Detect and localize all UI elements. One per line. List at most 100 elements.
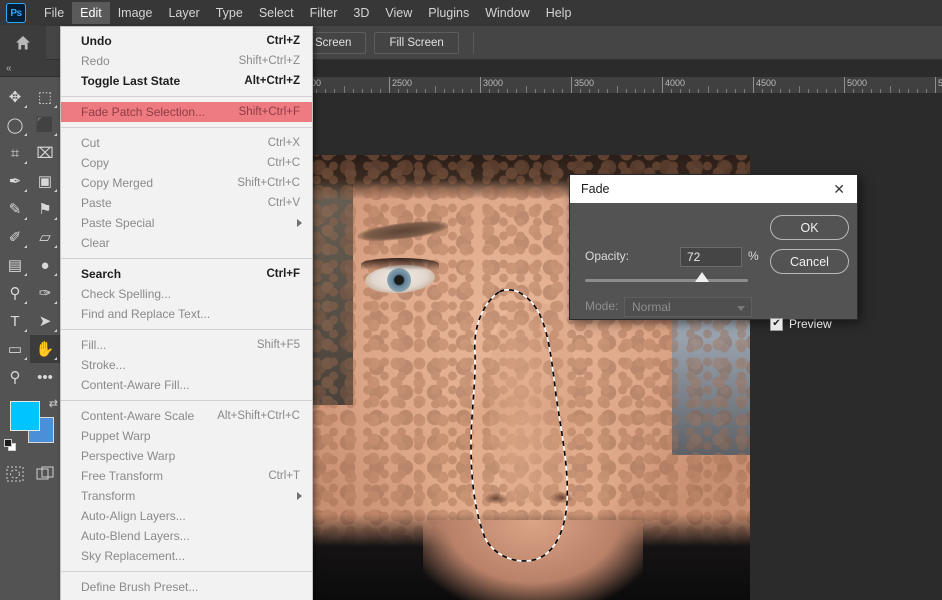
- tools-panel: ✥ ⬚ ◯ ⬛ ⌗ ⌧ ✒ ▣ ✎ ⚑ ✐ ▱ ▤ ● ⚲ ✑ T ➤ ▭ ✋ ⚲ ••• ⇄: [0, 77, 60, 600]
- menu-item-puppet-warp[interactable]: Puppet Warp: [61, 426, 312, 446]
- ruler-minor-tick: [743, 89, 745, 93]
- menubar-item-select[interactable]: Select: [251, 2, 302, 24]
- default-colors-icon[interactable]: [4, 439, 16, 451]
- menu-item-find-and-replace-text[interactable]: Find and Replace Text...: [61, 304, 312, 324]
- edit-dropdown-menu[interactable]: Undo Ctrl+Z Redo Shift+Ctrl+Z Toggle Last St…: [60, 26, 313, 600]
- clone-stamp-tool-glyph: ⚑: [38, 200, 52, 218]
- menu-item-redo[interactable]: Redo Shift+Ctrl+Z: [61, 51, 312, 71]
- dodge-tool[interactable]: ⚲: [0, 279, 30, 307]
- menu-item-undo[interactable]: Undo Ctrl+Z: [61, 31, 312, 51]
- ruler-minor-tick: [516, 89, 518, 93]
- photoshop-logo: Ps: [6, 3, 26, 23]
- move-tool[interactable]: ✥: [0, 83, 30, 111]
- opacity-slider[interactable]: [585, 272, 748, 282]
- swap-colors-icon[interactable]: ⇄: [49, 397, 58, 410]
- menubar-item-type[interactable]: Type: [208, 2, 251, 24]
- frame-tool[interactable]: ⌧: [30, 139, 60, 167]
- fade-dialog[interactable]: Fade ✕ Opacity: 72 % Mode: Normal OK Can…: [569, 174, 858, 331]
- menu-item-paste-special[interactable]: Paste Special: [61, 213, 312, 233]
- foreground-color-swatch[interactable]: [10, 401, 40, 431]
- menu-item-shortcut: Shift+Ctrl+F: [238, 106, 300, 118]
- ruler-minor-tick: [671, 89, 673, 93]
- ruler-minor-tick: [334, 89, 336, 93]
- ruler-minor-tick: [580, 89, 582, 93]
- menu-item-fade-patch-selection[interactable]: Fade Patch Selection... Shift+Ctrl+F: [61, 102, 312, 122]
- more-tools[interactable]: •••: [30, 363, 60, 391]
- menu-separator: [61, 96, 312, 97]
- ok-button[interactable]: OK: [770, 215, 849, 240]
- menu-item-free-transform[interactable]: Free Transform Ctrl+T: [61, 466, 312, 486]
- eyedropper-tool[interactable]: ✒: [0, 167, 30, 195]
- history-brush-tool[interactable]: ✐: [0, 223, 30, 251]
- preview-checkbox[interactable]: ✔ Preview: [770, 317, 832, 331]
- ruler-minor-tick: [652, 89, 654, 93]
- menubar-item-filter[interactable]: Filter: [302, 2, 346, 24]
- hand-tool[interactable]: ✋: [30, 335, 60, 363]
- ruler-minor-tick: [461, 89, 463, 93]
- submenu-arrow-icon: [297, 492, 302, 500]
- menu-item-copy-merged[interactable]: Copy Merged Shift+Ctrl+C: [61, 173, 312, 193]
- rectangle-tool[interactable]: ▭: [0, 335, 30, 363]
- rectangular-marquee-tool[interactable]: ⬚: [30, 83, 60, 111]
- ruler-minor-tick: [816, 89, 818, 93]
- screen-mode-icon[interactable]: [30, 461, 60, 487]
- lasso-tool[interactable]: ◯: [0, 111, 30, 139]
- photoshop-window: Ps File Edit Image Layer Type Select Filter 3D V…: [0, 0, 942, 600]
- opacity-input[interactable]: 72: [680, 247, 742, 267]
- menu-item-content-aware-scale[interactable]: Content-Aware Scale Alt+Shift+Ctrl+C: [61, 406, 312, 426]
- object-selection-tool[interactable]: ⬛: [30, 111, 60, 139]
- menubar-item-image[interactable]: Image: [110, 2, 161, 24]
- fill-screen-button[interactable]: Fill Screen: [374, 31, 459, 54]
- cancel-button[interactable]: Cancel: [770, 249, 849, 274]
- zoom-tool[interactable]: ⚲: [0, 363, 30, 391]
- crop-tool[interactable]: ⌗: [0, 139, 30, 167]
- ruler-minor-tick: [379, 89, 381, 93]
- menubar-item-help[interactable]: Help: [538, 2, 580, 24]
- menu-item-perspective-warp[interactable]: Perspective Warp: [61, 446, 312, 466]
- pen-tool[interactable]: ✑: [30, 279, 60, 307]
- menu-item-stroke[interactable]: Stroke...: [61, 355, 312, 375]
- path-selection-tool[interactable]: ➤: [30, 307, 60, 335]
- spot-healing-brush-tool[interactable]: ▣: [30, 167, 60, 195]
- type-tool[interactable]: T: [0, 307, 30, 335]
- menubar-item-view[interactable]: View: [377, 2, 420, 24]
- menubar-item-window[interactable]: Window: [477, 2, 537, 24]
- menu-item-clear[interactable]: Clear: [61, 233, 312, 253]
- menu-item-copy[interactable]: Copy Ctrl+C: [61, 153, 312, 173]
- menubar-item-3d[interactable]: 3D: [345, 2, 377, 24]
- menu-item-label: Auto-Blend Layers...: [81, 529, 190, 543]
- menu-item-define-brush-preset[interactable]: Define Brush Preset...: [61, 577, 312, 597]
- ruler-minor-tick: [543, 89, 545, 93]
- ruler-minor-tick: [489, 89, 491, 93]
- home-icon[interactable]: [0, 25, 46, 60]
- blur-tool[interactable]: ●: [30, 251, 60, 279]
- menu-item-label: Redo: [81, 54, 110, 68]
- quick-mask-icon[interactable]: [0, 461, 30, 487]
- menu-item-check-spelling[interactable]: Check Spelling...: [61, 284, 312, 304]
- fade-dialog-titlebar[interactable]: Fade ✕: [570, 175, 857, 203]
- menubar-item-plugins[interactable]: Plugins: [420, 2, 477, 24]
- menu-item-search[interactable]: Search Ctrl+F: [61, 264, 312, 284]
- gradient-tool[interactable]: ▤: [0, 251, 30, 279]
- brush-tool[interactable]: ✎: [0, 195, 30, 223]
- menu-item-auto-align-layers[interactable]: Auto-Align Layers...: [61, 506, 312, 526]
- menu-item-sky-replacement[interactable]: Sky Replacement...: [61, 546, 312, 566]
- mode-dropdown[interactable]: Normal: [624, 297, 752, 317]
- menu-item-transform[interactable]: Transform: [61, 486, 312, 506]
- menu-item-fill[interactable]: Fill... Shift+F5: [61, 335, 312, 355]
- toolbar-collapse-button[interactable]: «: [0, 60, 60, 77]
- menu-item-content-aware-fill[interactable]: Content-Aware Fill...: [61, 375, 312, 395]
- ruler-minor-tick: [561, 89, 563, 93]
- menu-item-toggle-last-state[interactable]: Toggle Last State Alt+Ctrl+Z: [61, 71, 312, 91]
- menubar-item-edit[interactable]: Edit: [72, 2, 110, 24]
- opacity-slider-thumb[interactable]: [695, 272, 710, 282]
- menu-item-label: Transform: [81, 489, 136, 503]
- menu-item-cut[interactable]: Cut Ctrl+X: [61, 133, 312, 153]
- menubar-item-file[interactable]: File: [36, 2, 72, 24]
- eraser-tool[interactable]: ▱: [30, 223, 60, 251]
- close-icon[interactable]: ✕: [829, 182, 849, 196]
- menubar-item-layer[interactable]: Layer: [160, 2, 207, 24]
- menu-item-paste[interactable]: Paste Ctrl+V: [61, 193, 312, 213]
- menu-item-auto-blend-layers[interactable]: Auto-Blend Layers...: [61, 526, 312, 546]
- clone-stamp-tool[interactable]: ⚑: [30, 195, 60, 223]
